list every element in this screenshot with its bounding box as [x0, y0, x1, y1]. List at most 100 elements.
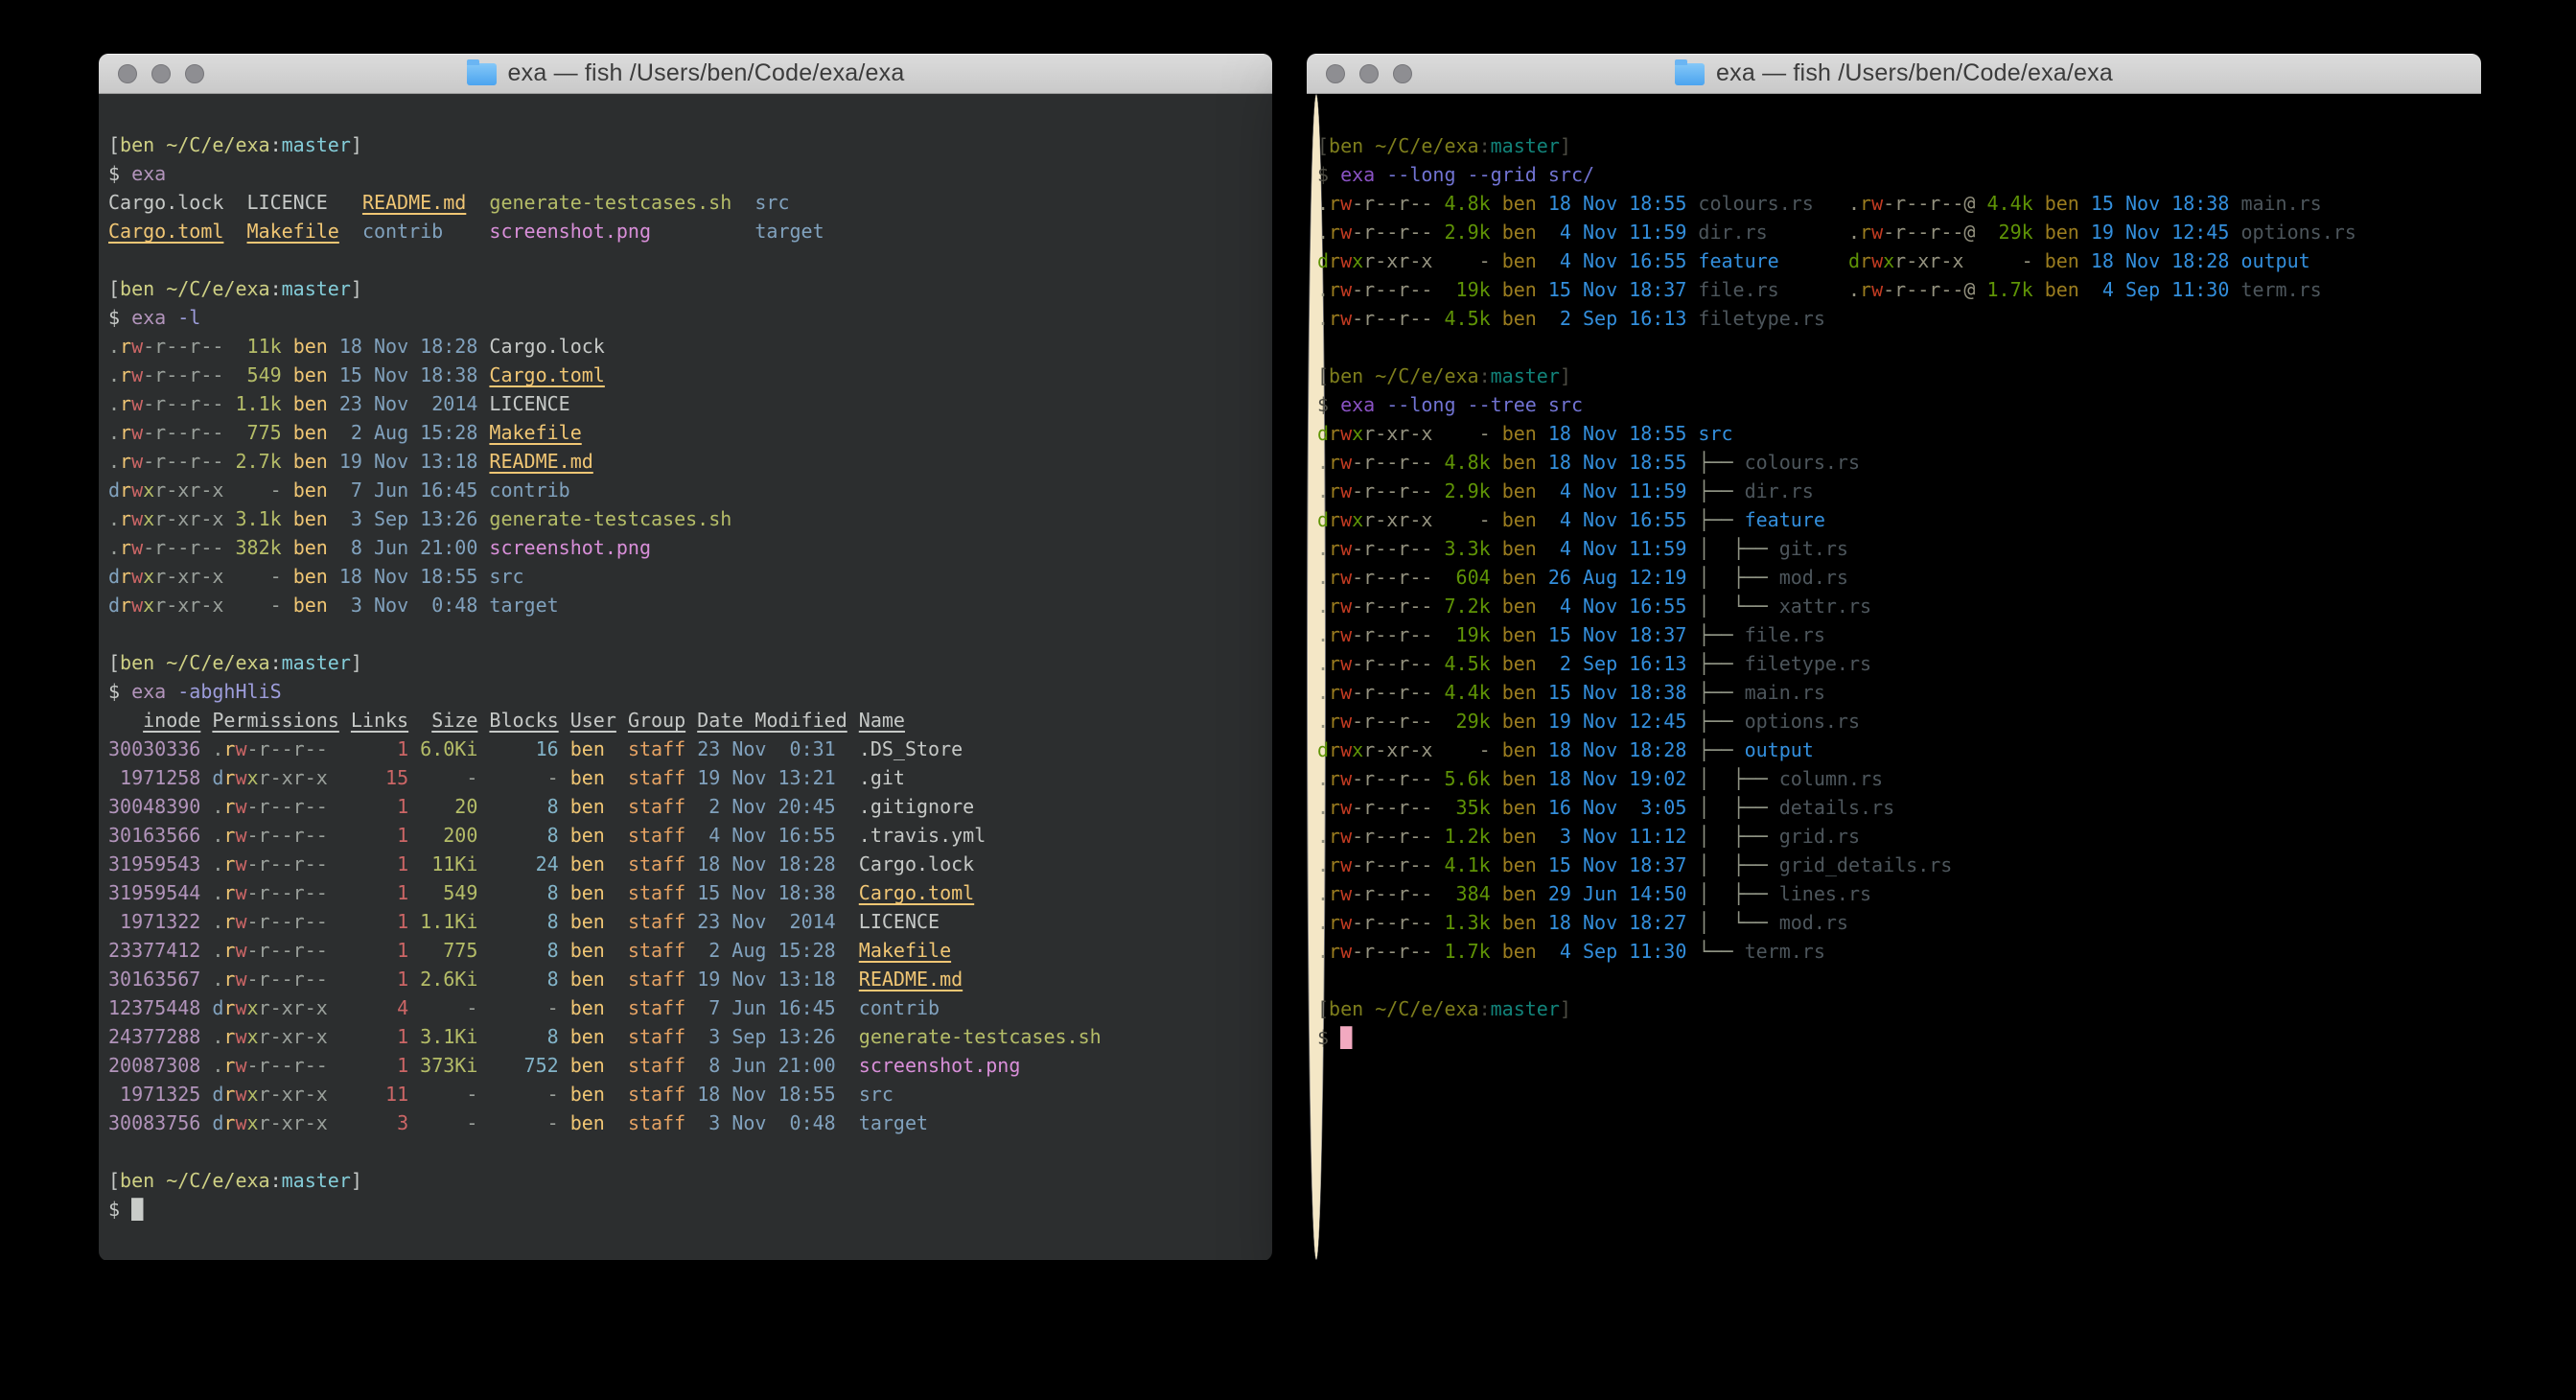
text-segment: -r--r-- — [247, 852, 328, 875]
terminal-content-light[interactable]: [ben ~/C/e/exa:master]$ exa --long --gri… — [1307, 94, 1326, 1260]
text-segment: . — [108, 335, 120, 358]
text-segment: r — [1329, 249, 1340, 272]
text-segment — [339, 709, 351, 732]
text-segment: 30163567 — [108, 968, 200, 991]
text-segment: staff — [628, 737, 685, 760]
text-segment — [328, 507, 339, 530]
text-segment: inode — [143, 709, 200, 732]
text-segment — [328, 910, 397, 933]
text-segment: src/ — [1548, 163, 1594, 186]
text-segment: 1971325 — [108, 1083, 200, 1106]
text-segment: w — [131, 536, 143, 559]
text-segment: w — [235, 968, 246, 991]
text-segment: -r--r-- — [247, 824, 328, 847]
text-segment — [328, 565, 339, 588]
text-segment: ] — [351, 133, 362, 156]
text-segment: 20087308 — [108, 1054, 200, 1077]
text-segment — [477, 824, 546, 847]
text-segment: Makefile — [859, 939, 951, 962]
text-segment: 15 — [385, 766, 408, 789]
text-segment: r-xr-x — [1363, 738, 1432, 761]
text-segment — [1537, 393, 1548, 416]
text-segment: . — [108, 507, 120, 530]
text-segment — [1537, 249, 1548, 272]
text-segment: ├── — [1698, 451, 1744, 474]
text-segment: . — [1317, 911, 1329, 934]
text-segment — [1686, 278, 1698, 301]
text-segment: Cargo.lock — [108, 191, 223, 214]
text-segment: staff — [628, 824, 685, 847]
text-segment: ben — [1502, 796, 1537, 819]
text-segment: . — [108, 536, 120, 559]
text-segment — [559, 939, 570, 962]
text-segment: d — [1848, 249, 1860, 272]
text-segment — [1491, 882, 1502, 905]
text-segment — [282, 507, 293, 530]
text-segment: 1 — [397, 968, 408, 991]
text-segment — [1491, 738, 1502, 761]
text-segment: d — [212, 1111, 223, 1134]
terminal-content-dark[interactable]: [ben ~/C/e/exa:master]$ exaCargo.lock LI… — [99, 94, 1272, 1260]
text-segment: filetype.rs — [1745, 652, 1871, 675]
titlebar-dark[interactable]: exa — fish /Users/ben/Code/exa/exa — [99, 54, 1272, 94]
text-segment: 7 Jun 16:45 — [697, 996, 836, 1019]
zoom-button[interactable] — [1393, 64, 1412, 83]
text-segment: 1 — [397, 795, 408, 818]
text-segment — [200, 852, 212, 875]
text-segment — [1537, 940, 1548, 963]
text-segment: 8 — [547, 1025, 559, 1048]
text-segment: 3 Nov 0:48 — [339, 594, 478, 617]
terminal-window-light: exa — fish /Users/ben/Code/exa/exa [ben … — [1307, 54, 2481, 1261]
titlebar-light[interactable]: exa — fish /Users/ben/Code/exa/exa — [1307, 54, 2481, 94]
text-segment: r — [1329, 451, 1340, 474]
text-segment: master — [1491, 364, 1560, 387]
text-segment: 30030336 — [108, 737, 200, 760]
text-segment — [1432, 537, 1444, 560]
text-segment: 3.1k — [235, 507, 281, 530]
text-segment — [836, 737, 859, 760]
text-segment: -r--r-- — [1352, 307, 1432, 330]
text-segment — [328, 996, 397, 1019]
text-segment: 382k — [235, 536, 281, 559]
minimize-button[interactable] — [151, 64, 171, 83]
text-segment — [1432, 595, 1444, 618]
text-segment — [1975, 278, 1986, 301]
text-segment: -r--r-- — [1352, 911, 1432, 934]
text-segment — [1537, 882, 1548, 905]
text-segment — [1432, 451, 1444, 474]
text-segment — [477, 507, 489, 530]
text-segment: file.rs — [1745, 623, 1825, 646]
text-segment — [1537, 307, 1548, 330]
text-segment: -r--r-- — [1352, 652, 1432, 675]
text-segment: r — [1329, 595, 1340, 618]
text-segment: 4.4k — [1444, 681, 1490, 704]
text-segment: w — [1340, 882, 1352, 905]
text-segment — [1686, 508, 1698, 531]
text-segment: w — [1871, 192, 1883, 215]
text-segment: 384 — [1456, 882, 1491, 905]
text-segment — [836, 910, 859, 933]
text-segment: x — [247, 1083, 259, 1106]
text-segment — [477, 536, 489, 559]
text-segment — [1432, 566, 1455, 589]
text-segment: x — [1352, 249, 1363, 272]
text-segment: │ ├── — [1698, 566, 1778, 589]
text-segment: 1 — [397, 852, 408, 875]
text-segment: w — [235, 1083, 246, 1106]
text-segment: . — [212, 824, 223, 847]
text-segment: -r--r-- — [1352, 566, 1432, 589]
zoom-button[interactable] — [185, 64, 204, 83]
text-segment: 7.2k — [1444, 595, 1490, 618]
text-segment: 3.3k — [1444, 537, 1490, 560]
text-segment: 2.9k — [1444, 221, 1490, 244]
text-segment: README.md — [489, 450, 592, 473]
text-segment: -r--r-- — [1352, 940, 1432, 963]
close-button[interactable] — [1326, 64, 1345, 83]
text-segment: src — [754, 191, 789, 214]
terminal-line: [ben ~/C/e/exa:master] — [108, 130, 1265, 159]
minimize-button[interactable] — [1359, 64, 1379, 83]
text-segment: . — [1848, 221, 1860, 244]
text-segment: 8 — [547, 795, 559, 818]
close-button[interactable] — [118, 64, 137, 83]
text-segment: w — [1340, 681, 1352, 704]
